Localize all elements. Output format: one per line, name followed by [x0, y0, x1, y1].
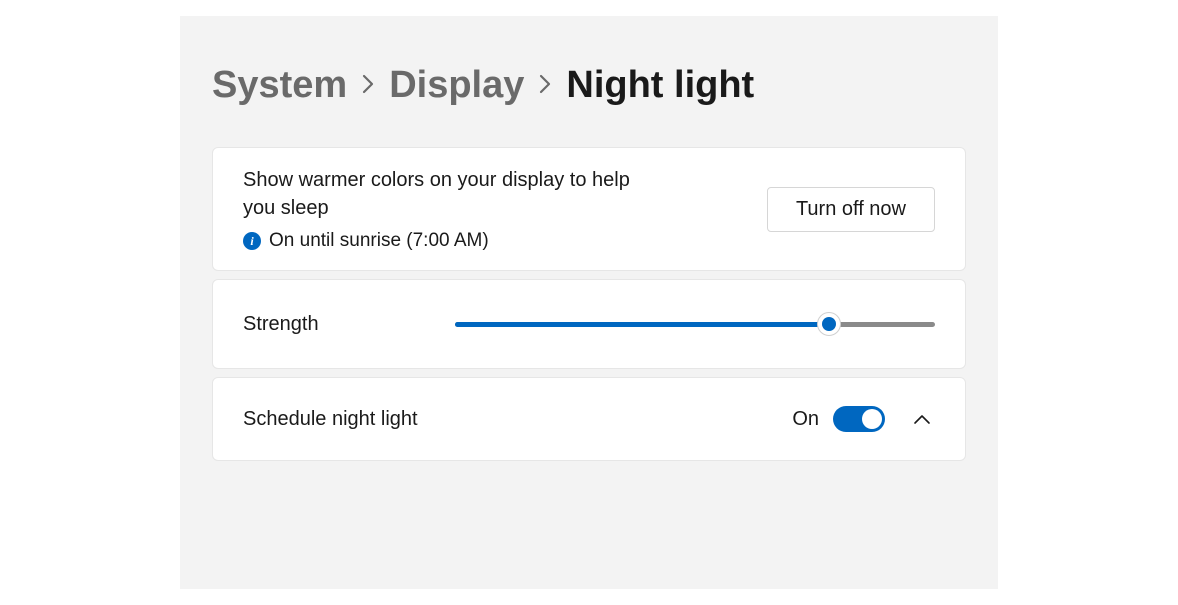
schedule-toggle[interactable]	[833, 406, 885, 432]
slider-fill	[455, 322, 829, 327]
settings-page-container: System Display Night light Show warmer c…	[180, 16, 998, 589]
breadcrumb: System Display Night light	[212, 64, 966, 107]
schedule-card: Schedule night light On	[212, 377, 966, 461]
schedule-label: Schedule night light	[243, 408, 418, 431]
status-text: On until sunrise (7:00 AM)	[269, 230, 489, 252]
breadcrumb-display[interactable]: Display	[389, 64, 524, 107]
warmer-colors-description: Show warmer colors on your display to he…	[243, 166, 663, 222]
warmer-colors-text: Show warmer colors on your display to he…	[243, 166, 747, 252]
strength-card: Strength	[212, 279, 966, 369]
breadcrumb-night-light: Night light	[566, 64, 754, 107]
chevron-right-icon	[361, 73, 375, 102]
breadcrumb-system[interactable]: System	[212, 64, 347, 107]
info-icon: i	[243, 232, 261, 250]
turn-off-now-button[interactable]: Turn off now	[767, 187, 935, 232]
status-line: i On until sunrise (7:00 AM)	[243, 230, 747, 252]
chevron-up-icon[interactable]	[909, 409, 935, 429]
schedule-toggle-group: On	[792, 406, 935, 432]
toggle-state-label: On	[792, 408, 819, 431]
strength-slider-wrapper	[455, 312, 935, 336]
chevron-right-icon	[538, 73, 552, 102]
toggle-knob	[862, 409, 882, 429]
strength-label: Strength	[243, 313, 319, 336]
warmer-colors-card: Show warmer colors on your display to he…	[212, 147, 966, 271]
strength-slider[interactable]	[455, 312, 935, 336]
slider-thumb[interactable]	[817, 312, 841, 336]
